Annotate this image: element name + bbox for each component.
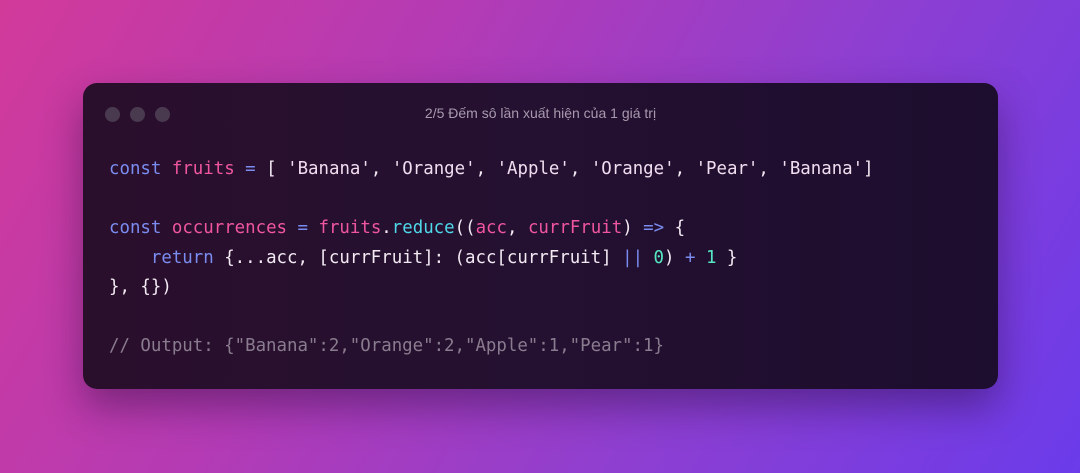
- punctuation: ,: [370, 159, 382, 179]
- operator: =: [245, 159, 256, 179]
- code-line-5: }, {}): [109, 273, 874, 303]
- code-line-comment: // Output: {"Banana":2,"Orange":2,"Apple…: [109, 332, 874, 362]
- punctuation: ,: [506, 218, 518, 238]
- code-window: 2/5 Đếm sô lần xuất hiện của 1 giá trị c…: [83, 83, 998, 389]
- param-acc: acc: [475, 218, 507, 238]
- param-currfruit: currFruit: [527, 218, 623, 238]
- punctuation: {: [674, 218, 686, 238]
- punctuation: }: [726, 247, 738, 268]
- punctuation: ,: [758, 159, 769, 179]
- keyword-return: return: [150, 247, 214, 268]
- window-titlebar: 2/5 Đếm sô lần xuất hiện của 1 giá trị: [83, 83, 998, 145]
- string-literal: 'Banana': [287, 159, 371, 179]
- punctuation: .: [381, 218, 392, 238]
- code-block: const fruits = [ 'Banana', 'Orange', 'Ap…: [109, 155, 874, 362]
- window-title: 2/5 Đếm sô lần xuất hiện của 1 giá trị: [424, 105, 657, 121]
- punctuation: ]: [863, 159, 874, 179]
- function-reduce: reduce: [391, 218, 455, 238]
- punctuation: ,: [569, 159, 581, 179]
- string-literal: 'Orange': [391, 159, 476, 179]
- punctuation: ,: [475, 159, 487, 179]
- operator-plus: +: [684, 247, 696, 268]
- keyword-const: const: [109, 218, 162, 238]
- expression: {...acc, [currFruit]: (acc[currFruit]: [224, 247, 612, 268]
- punctuation: ): [664, 247, 675, 268]
- keyword-const: const: [109, 159, 162, 179]
- code-line-3: const occurrences = fruits.reduce((acc, …: [109, 214, 874, 244]
- code-line-1: const fruits = [ 'Banana', 'Orange', 'Ap…: [109, 155, 874, 185]
- operator-or: ||: [622, 247, 644, 268]
- operator: =: [297, 218, 308, 238]
- number-literal: 0: [653, 247, 665, 268]
- code-line-4: return {...acc, [currFruit]: (acc[currFr…: [109, 244, 874, 274]
- punctuation: [: [266, 159, 277, 179]
- string-literal: 'Orange': [590, 159, 675, 179]
- var-occurrences: occurrences: [171, 218, 288, 238]
- closing-expression: }, {}): [109, 277, 172, 297]
- output-comment: // Output: {"Banana":2,"Orange":2,"Apple…: [109, 336, 664, 356]
- punctuation: ,: [674, 159, 686, 179]
- punctuation: ): [622, 218, 633, 238]
- string-literal: 'Pear': [695, 159, 759, 179]
- var-fruits: fruits: [171, 159, 235, 179]
- punctuation: ((: [454, 218, 476, 238]
- number-literal: 1: [705, 247, 717, 268]
- arrow-operator: =>: [643, 218, 665, 238]
- var-fruits: fruits: [318, 218, 382, 238]
- string-literal: 'Banana': [779, 159, 864, 179]
- string-literal: 'Apple': [496, 159, 570, 179]
